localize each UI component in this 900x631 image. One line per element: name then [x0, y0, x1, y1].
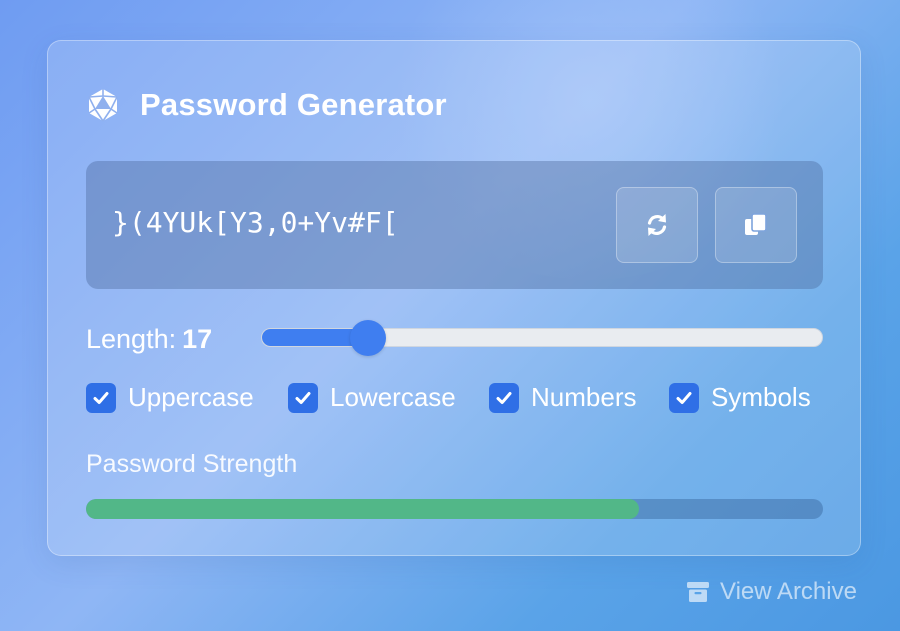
page-title: Password Generator: [140, 87, 447, 122]
length-slider-thumb[interactable]: [350, 320, 387, 356]
symbols-checkbox[interactable]: [669, 382, 699, 413]
length-value: 17: [182, 324, 213, 354]
card-header: Password Generator: [86, 87, 447, 123]
option-symbols[interactable]: Symbols: [669, 382, 811, 413]
symbols-label: Symbols: [711, 382, 811, 412]
numbers-label: Numbers: [531, 382, 637, 412]
password-display: }(4YUk[Y3,0+Yv#F[: [86, 161, 823, 289]
checkmark-icon: [676, 391, 692, 404]
checkmark-icon: [496, 391, 512, 404]
length-slider[interactable]: [261, 320, 823, 356]
option-lowercase[interactable]: Lowercase: [288, 382, 456, 413]
archive-box-icon: [687, 582, 709, 602]
strength-meter: [86, 499, 823, 519]
view-archive-label: View Archive: [720, 578, 857, 605]
checkmark-icon: [93, 391, 109, 404]
length-control: Length: 17: [86, 319, 823, 359]
length-label-text: Length:: [86, 324, 177, 354]
lowercase-checkbox[interactable]: [288, 382, 318, 413]
uppercase-label: Uppercase: [128, 382, 254, 412]
strength-label: Password Strength: [86, 450, 298, 478]
uppercase-checkbox[interactable]: [86, 382, 116, 413]
option-uppercase[interactable]: Uppercase: [86, 382, 254, 413]
copy-button[interactable]: [715, 187, 797, 263]
option-numbers[interactable]: Numbers: [489, 382, 636, 413]
dice-d20-icon: [88, 89, 118, 122]
regenerate-button[interactable]: [616, 187, 698, 263]
character-options: Uppercase Lowercase Numbers Symbols: [86, 382, 826, 422]
password-output[interactable]: }(4YUk[Y3,0+Yv#F[: [112, 206, 399, 239]
refresh-icon: [647, 214, 667, 236]
copy-icon: [745, 213, 767, 235]
lowercase-label: Lowercase: [330, 382, 456, 412]
password-generator-card: Password Generator }(4YUk[Y3,0+Yv#F[ Len…: [47, 40, 861, 556]
checkmark-icon: [295, 391, 311, 404]
numbers-checkbox[interactable]: [489, 382, 519, 413]
view-archive-link[interactable]: View Archive: [686, 578, 857, 606]
length-label: Length: 17: [86, 324, 212, 355]
strength-meter-fill: [86, 499, 639, 519]
